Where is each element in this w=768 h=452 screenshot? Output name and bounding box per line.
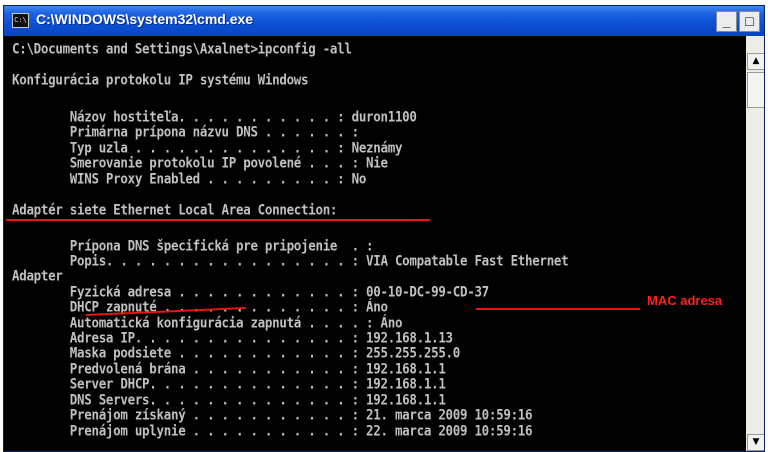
console-line: Adapter xyxy=(12,266,63,284)
scrollbar-thumb[interactable] xyxy=(747,72,764,108)
title-bar[interactable]: C:\ C:\WINDOWS\system32\cmd.exe _ □ xyxy=(4,6,764,36)
console-line: WINS Proxy Enabled . . . . . . . . . : N… xyxy=(12,169,367,187)
vertical-scrollbar[interactable]: ▲ ▼ xyxy=(746,36,764,451)
console-line: Prenájom uplynie . . . . . . . . . . . :… xyxy=(12,421,533,439)
scroll-up-button[interactable]: ▲ xyxy=(747,53,764,70)
mac-address-label: MAC adresa xyxy=(647,293,723,308)
adapter-title: Adaptér siete Ethernet Local Area Connec… xyxy=(12,200,338,218)
console-line: Server DHCP. . . . . . . . . . . . . . :… xyxy=(12,374,446,392)
console-output[interactable]: C:\Documents and Settings\Axalnet>ipconf… xyxy=(4,36,746,451)
command-prompt-line: C:\Documents and Settings\Axalnet>ipconf… xyxy=(12,39,352,57)
console-line: DHCP zapnuté . . . . . . . . . . . . . :… xyxy=(12,297,388,315)
maximize-button[interactable]: □ xyxy=(739,11,760,32)
console-line: Popis. . . . . . . . . . . . . . . . . :… xyxy=(12,251,569,269)
console-line: Smerovanie protokolu IP povolené . . . :… xyxy=(12,153,388,171)
window-title: C:\WINDOWS\system32\cmd.exe xyxy=(36,11,254,27)
cmd-window: C:\ C:\WINDOWS\system32\cmd.exe _ □ C:\D… xyxy=(3,5,765,452)
console-line: Primárna prípona názvu DNS . . . . . . : xyxy=(12,122,359,140)
console-line: Maska podsiete . . . . . . . . . . . . :… xyxy=(12,343,461,361)
console-line: Prenájom získaný . . . . . . . . . . . :… xyxy=(12,405,533,423)
ipconfig-header: Konfigurácia protokolu IP systému Window… xyxy=(12,70,309,88)
adapter-title-underline xyxy=(6,219,430,221)
scroll-down-button[interactable]: ▼ xyxy=(747,434,764,451)
minimize-button[interactable]: _ xyxy=(716,11,737,32)
mac-address-underline xyxy=(476,308,640,310)
cmd-icon[interactable]: C:\ xyxy=(12,13,29,28)
